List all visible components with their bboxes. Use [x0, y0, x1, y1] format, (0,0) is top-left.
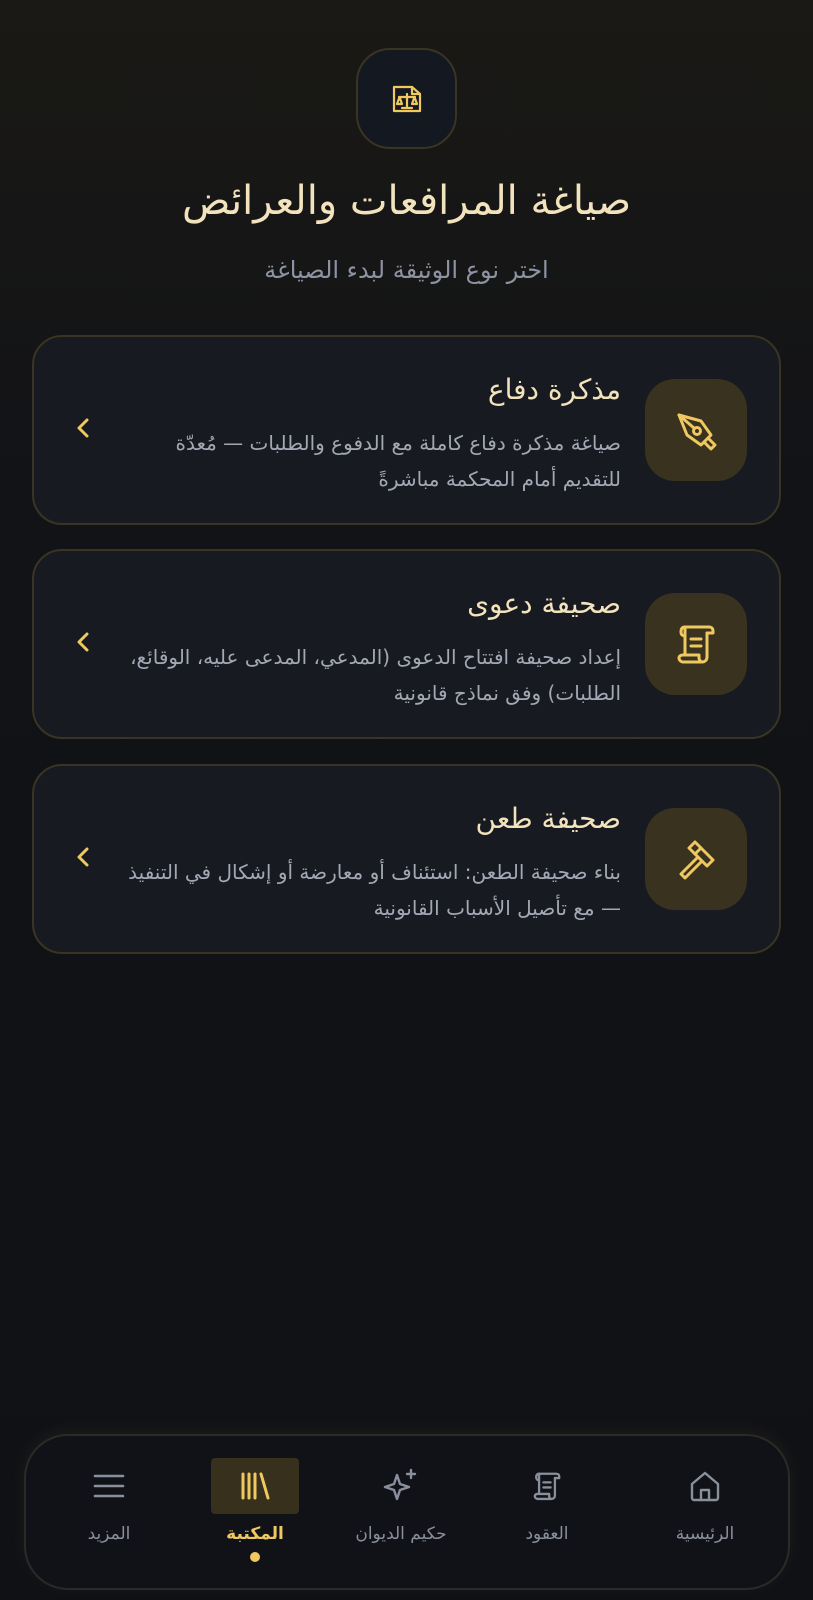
nav-label: المزيد	[87, 1524, 131, 1544]
nav-item-contracts[interactable]: العقود	[472, 1458, 622, 1578]
chevron-left-icon	[68, 627, 98, 657]
library-icon	[211, 1458, 299, 1514]
home-icon	[661, 1458, 749, 1514]
scroll-icon	[645, 593, 747, 695]
card-appeal-petition[interactable]: صحيفة طعن بناء صحيفة الطعن: استئناف أو م…	[32, 764, 781, 954]
bottom-navigation: الرئيسية العقود حكيم الديوان المكتبة الم…	[24, 1434, 790, 1590]
card-description: بناء صحيفة الطعن: استئناف أو معارضة أو إ…	[128, 860, 621, 920]
card-description: صياغة مذكرة دفاع كاملة مع الدفوع والطلبا…	[175, 431, 621, 491]
chevron-left-icon	[68, 842, 98, 872]
chevron-left-icon	[68, 413, 98, 443]
menu-icon	[65, 1458, 153, 1514]
nav-item-home[interactable]: الرئيسية	[630, 1458, 780, 1578]
nav-label: حكيم الديوان	[355, 1524, 447, 1544]
card-description: إعداد صحيفة افتتاح الدعوى (المدعي، المدع…	[130, 645, 621, 705]
card-title: مذكرة دفاع	[487, 373, 621, 406]
header-scales-document-icon	[356, 48, 457, 149]
gavel-icon	[645, 808, 747, 910]
nav-label: العقود	[525, 1524, 569, 1544]
nav-item-library[interactable]: المكتبة	[180, 1458, 330, 1578]
nav-label: الرئيسية	[675, 1524, 735, 1544]
page-subtitle: اختر نوع الوثيقة لبدء الصياغة	[264, 256, 549, 284]
nav-label: المكتبة	[226, 1524, 284, 1544]
sparkles-icon	[357, 1458, 445, 1514]
active-indicator-dot	[250, 1552, 260, 1562]
card-title: صحيفة طعن	[475, 802, 621, 835]
card-defense-memo[interactable]: مذكرة دفاع صياغة مذكرة دفاع كاملة مع الد…	[32, 335, 781, 525]
card-lawsuit-petition[interactable]: صحيفة دعوى إعداد صحيفة افتتاح الدعوى (ال…	[32, 549, 781, 739]
scroll-icon	[503, 1458, 591, 1514]
pen-nib-icon	[645, 379, 747, 481]
page-title: صياغة المرافعات والعرائض	[181, 178, 632, 224]
card-title: صحيفة دعوى	[467, 587, 621, 620]
nav-item-hakim-aldiwan[interactable]: حكيم الديوان	[326, 1458, 476, 1578]
nav-item-more[interactable]: المزيد	[34, 1458, 184, 1578]
